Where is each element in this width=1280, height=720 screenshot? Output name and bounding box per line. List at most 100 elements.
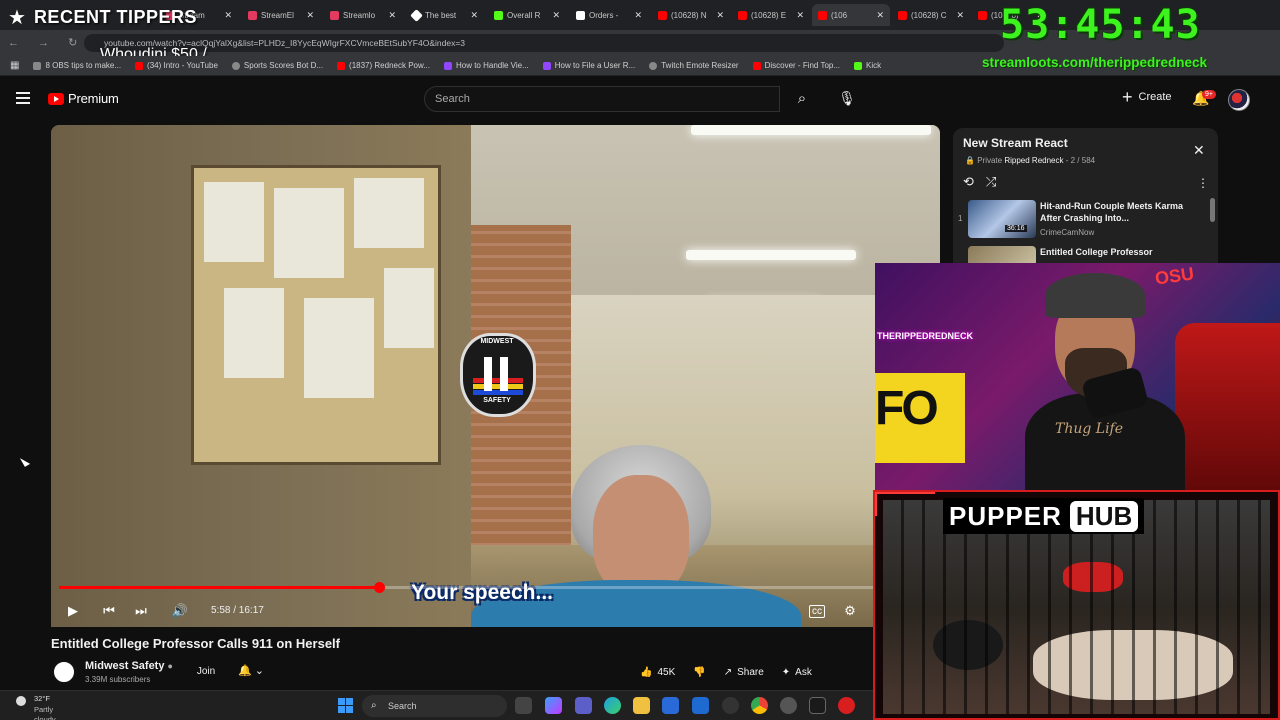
close-tab-icon[interactable]: ✕: [956, 10, 964, 21]
bookmark[interactable]: (1837) Redneck Pow...: [337, 61, 430, 70]
browser-tab[interactable]: (10628) N ✕: [652, 4, 730, 26]
channel-avatar[interactable]: [51, 659, 77, 685]
twitch-icon: [443, 61, 452, 70]
share-icon: ↗: [723, 666, 733, 678]
bookmark[interactable]: (34) Intro - YouTube: [135, 61, 218, 70]
edge-icon[interactable]: [604, 697, 621, 714]
youtube-play-icon: [48, 92, 64, 105]
subscription-bell-icon[interactable]: 🔔 ⌄: [238, 664, 264, 677]
close-tab-icon[interactable]: ✕: [796, 10, 804, 21]
youtube-icon: [898, 10, 907, 20]
youtube-icon: [658, 10, 667, 20]
browser-tab[interactable]: Overall R ✕: [488, 4, 566, 26]
bookmark[interactable]: How to File a User R...: [542, 61, 635, 70]
browser-tab[interactable]: (10628) E ✕: [732, 4, 810, 26]
next-icon[interactable]: ⏭: [133, 601, 149, 621]
pause-icon[interactable]: [482, 357, 512, 391]
playlist-title[interactable]: New Stream React: [963, 136, 1068, 150]
orders-icon: [576, 10, 585, 20]
loop-icon[interactable]: ⟲: [963, 174, 974, 190]
youtube-header: Premium Search ⌕ 🎙 + Create 🔔: [0, 78, 1280, 122]
video-player[interactable]: MIDWEST SAFETY Your speech... ▶ ⏮ ⏭ 🔊 5:…: [51, 125, 940, 627]
menu-icon[interactable]: [16, 92, 30, 104]
close-icon[interactable]: ✕: [1193, 142, 1205, 159]
search-icon: ⌕: [371, 700, 377, 711]
share-button[interactable]: ↗ Share: [720, 661, 768, 683]
more-options-icon[interactable]: ⋮: [1197, 176, 1209, 190]
playlist-panel: New Stream React 🔒 Private Ripped Rednec…: [953, 128, 1218, 266]
chrome-icon[interactable]: [751, 697, 768, 714]
url-bar[interactable]: youtube.com/watch?v=aclQqjYalXg&list=PLH…: [84, 34, 1004, 52]
play-icon[interactable]: ▶: [65, 601, 81, 621]
countdown-timer: 53:45:43: [1000, 2, 1201, 48]
ask-button[interactable]: ✦ Ask: [778, 661, 816, 683]
avatar[interactable]: [1228, 89, 1250, 111]
dislike-button[interactable]: 👎: [689, 661, 709, 683]
browser-tab-active[interactable]: (106 ✕: [812, 4, 890, 26]
bookmark[interactable]: 8 OBS tips to make...: [33, 61, 121, 70]
settings-icon[interactable]: [780, 697, 797, 714]
settings-gear-icon[interactable]: ⚙: [841, 601, 859, 621]
volume-icon[interactable]: 🔊: [171, 601, 189, 621]
youtube-icon: [337, 61, 346, 70]
verified-icon: ●: [167, 661, 173, 671]
create-button[interactable]: + Create: [1122, 88, 1172, 106]
previous-icon[interactable]: ⏮: [101, 601, 117, 621]
globe-icon: [649, 61, 658, 70]
gaming-chair: [1175, 323, 1280, 493]
file-explorer-icon[interactable]: [515, 697, 532, 714]
bookmark[interactable]: How to Handle Vie...: [443, 61, 529, 70]
playlist-item[interactable]: 1 36:16 Hit-and-Run Couple Meets Karma A…: [953, 200, 1218, 244]
nav-buttons[interactable]: ← → ↻: [8, 36, 85, 49]
progress-bar[interactable]: [59, 582, 932, 593]
duration-badge: 36:16: [1005, 225, 1027, 232]
cloud-icon: [16, 696, 26, 706]
close-tab-icon[interactable]: ✕: [388, 10, 396, 21]
close-tab-icon[interactable]: ✕: [306, 10, 314, 21]
microphone-icon[interactable]: 🎙: [836, 87, 858, 109]
twitch-icon: [542, 61, 551, 70]
browser-tab[interactable]: The best ✕: [406, 4, 484, 26]
bookmark[interactable]: Twitch Emote Resizer: [649, 61, 739, 70]
outlook-icon[interactable]: [692, 697, 709, 714]
playlist-controls: ⟲ ⤮: [963, 174, 996, 190]
terminal-icon[interactable]: [809, 697, 826, 714]
copilot-icon[interactable]: [545, 697, 562, 714]
bookmark[interactable]: Sports Scores Bot D...: [231, 61, 323, 70]
bulletin-board: [191, 165, 441, 465]
browser-tab[interactable]: (10628) C ✕: [892, 4, 970, 26]
teams-icon[interactable]: [575, 697, 592, 714]
search-icon[interactable]: ⌕: [784, 86, 820, 112]
scrollbar[interactable]: [1210, 198, 1215, 222]
captions-icon[interactable]: cc: [809, 605, 825, 618]
folder-icon[interactable]: [633, 697, 650, 714]
close-tab-icon[interactable]: ✕: [470, 10, 478, 21]
bookmark[interactable]: Discover - Find Top...: [752, 61, 840, 70]
store-icon[interactable]: [662, 697, 679, 714]
browser-tab[interactable]: Orders - ✕: [570, 4, 648, 26]
streamer: [1025, 273, 1185, 493]
close-tab-icon[interactable]: ✕: [876, 10, 884, 21]
streamer-webcam: THERIPPEDREDNECK FO OSU Thug Life: [875, 263, 1280, 493]
youtube-logo[interactable]: Premium: [48, 91, 119, 106]
youtube-icon: [978, 10, 987, 20]
shuffle-icon[interactable]: ⤮: [986, 174, 996, 190]
app-icon[interactable]: [838, 697, 855, 714]
thumbs-up-icon: 👍: [640, 666, 653, 678]
close-tab-icon[interactable]: ✕: [716, 10, 724, 21]
like-button[interactable]: 👍 45K: [636, 661, 679, 683]
close-tab-icon[interactable]: ✕: [634, 10, 642, 21]
search-input[interactable]: Search: [424, 86, 780, 112]
browser-tab[interactable]: StreamEl ✕: [242, 4, 320, 26]
taskbar-search[interactable]: ⌕ Search: [362, 695, 507, 717]
join-button[interactable]: Join: [190, 662, 222, 682]
apps-icon[interactable]: ▦: [10, 60, 19, 71]
obs-icon[interactable]: [722, 697, 739, 714]
channel-name[interactable]: Midwest Safety ●: [85, 660, 173, 672]
youtube-icon: [752, 61, 761, 70]
close-tab-icon[interactable]: ✕: [552, 10, 560, 21]
star-icon: ★: [8, 6, 26, 29]
bookmark[interactable]: Kick: [854, 61, 881, 70]
browser-tab[interactable]: Streamlo ✕: [324, 4, 402, 26]
windows-start-icon[interactable]: [338, 698, 353, 713]
